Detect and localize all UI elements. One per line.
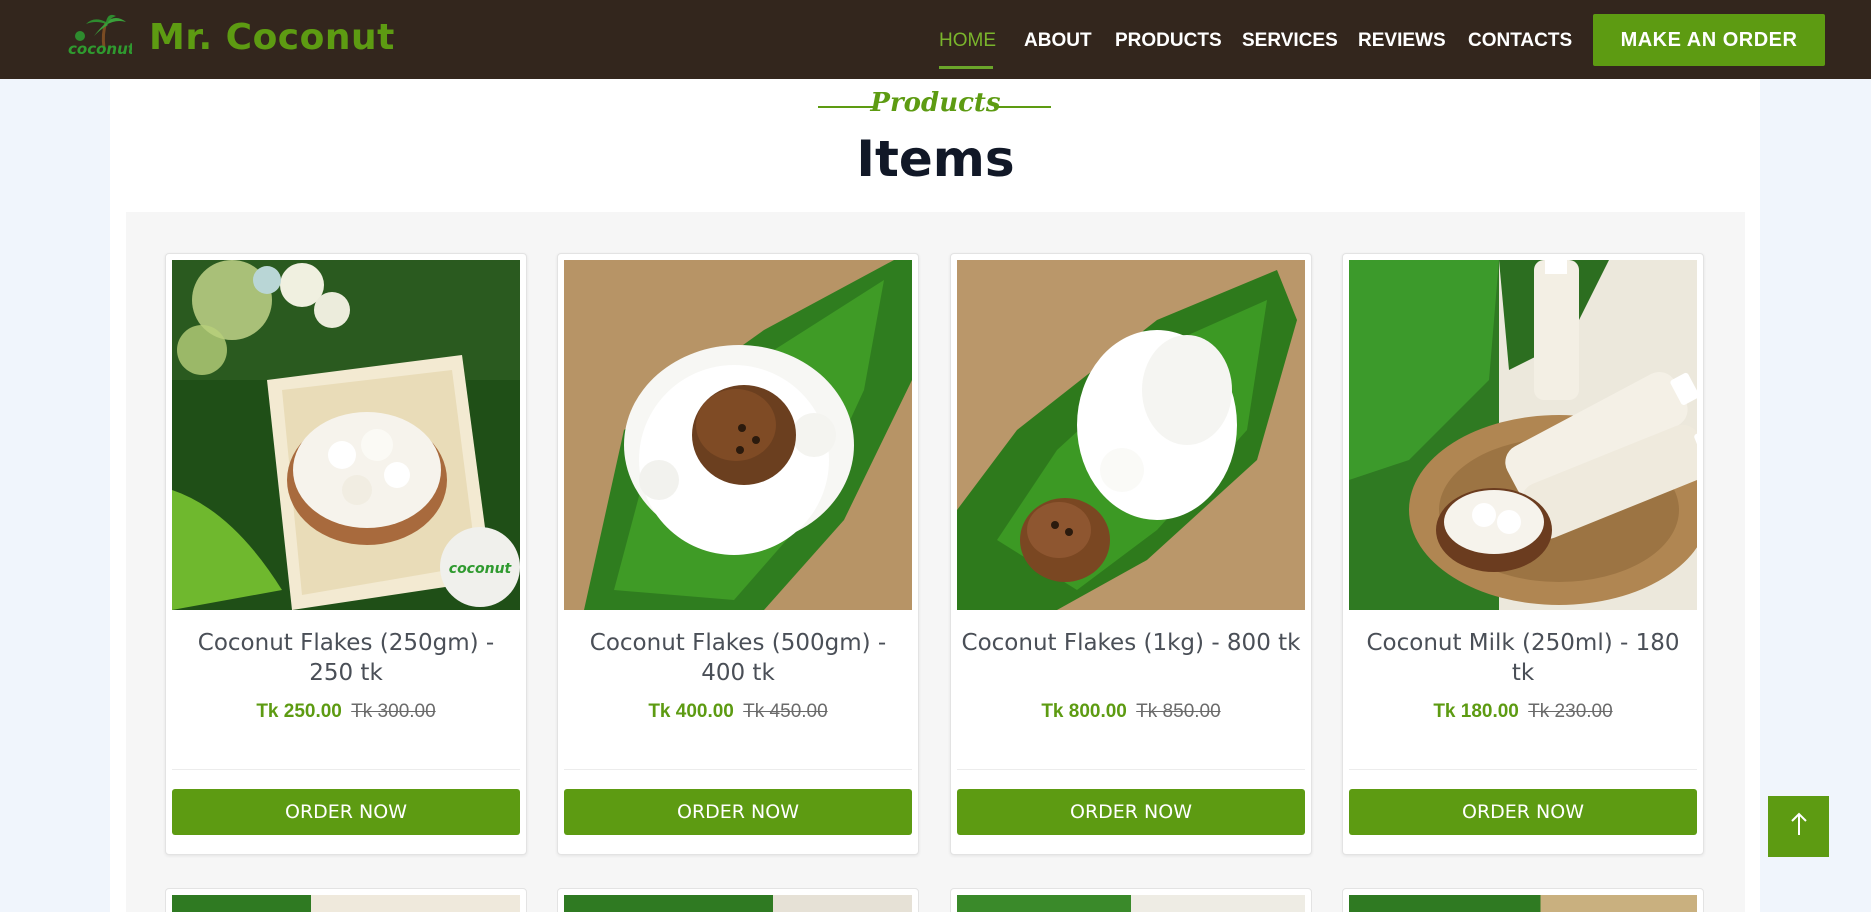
card-divider [957,769,1305,770]
product-card-partial [1342,888,1704,912]
top-navbar: coconut Mr. Coconut HOME ABOUT PRODUCTS … [0,0,1871,79]
make-an-order-button[interactable]: MAKE AN ORDER [1593,14,1825,66]
nav-home[interactable]: HOME [939,30,996,52]
arrow-up-icon [1789,811,1809,842]
current-price: Tk 250.00 [256,701,342,722]
coconut-logo-icon: coconut [64,14,136,60]
current-price: Tk 800.00 [1041,701,1127,722]
product-image-partial[interactable] [957,895,1305,912]
product-image-partial[interactable] [172,895,520,912]
nav-active-indicator [939,66,993,69]
section-title: Items [856,130,1015,188]
coconut-flakes-leaf-image[interactable] [564,260,912,610]
order-now-button[interactable]: ORDER NOW [957,789,1305,835]
order-now-button[interactable]: ORDER NOW [1349,789,1697,835]
nav-reviews[interactable]: REVIEWS [1358,30,1446,52]
product-card: Coconut Milk (250ml) - 180 tk Tk 180.00 … [1342,253,1704,855]
product-card: Coconut Flakes (500gm) - 400 tk Tk 400.0… [557,253,919,855]
product-card: Coconut Flakes (1kg) - 800 tk Tk 800.00 … [950,253,1312,855]
product-card: coconut Coconut Flakes (250gm) - 250 tk … [165,253,527,855]
product-title[interactable]: Coconut Flakes (500gm) - 400 tk [568,628,908,688]
product-card-partial [950,888,1312,912]
product-card-partial [557,888,919,912]
section-tag: Products [870,88,1001,118]
product-title[interactable]: Coconut Milk (250ml) - 180 tk [1353,628,1693,688]
old-price: Tk 300.00 [351,701,436,722]
coconut-flakes-bowl-image[interactable]: coconut [172,260,520,610]
product-price: Tk 800.00 Tk 850.00 [951,701,1311,723]
brand-name[interactable]: Mr. Coconut [149,17,395,58]
old-price: Tk 230.00 [1528,701,1613,722]
current-price: Tk 400.00 [648,701,734,722]
nav-products[interactable]: PRODUCTS [1115,30,1222,52]
product-price: Tk 400.00 Tk 450.00 [558,701,918,723]
card-divider [564,769,912,770]
card-divider [172,769,520,770]
product-image-partial[interactable] [564,895,912,912]
old-price: Tk 850.00 [1136,701,1221,722]
brand[interactable]: coconut Mr. Coconut [64,14,395,60]
product-price: Tk 180.00 Tk 230.00 [1343,701,1703,723]
product-card-partial [165,888,527,912]
nav-services[interactable]: SERVICES [1242,30,1338,52]
coconut-milk-bottles-image[interactable] [1349,260,1697,610]
current-price: Tk 180.00 [1433,701,1519,722]
order-now-button[interactable]: ORDER NOW [172,789,520,835]
product-image-partial[interactable] [1349,895,1697,912]
product-title[interactable]: Coconut Flakes (250gm) - 250 tk [176,628,516,688]
nav-contacts[interactable]: CONTACTS [1468,30,1572,52]
coconut-flakes-leaf-image[interactable] [957,260,1305,610]
order-now-button[interactable]: ORDER NOW [564,789,912,835]
product-price: Tk 250.00 Tk 300.00 [166,701,526,723]
card-divider [1349,769,1697,770]
nav-about[interactable]: ABOUT [1024,30,1092,52]
card-logo-wordmark: coconut [449,561,513,577]
old-price: Tk 450.00 [743,701,828,722]
logo-wordmark: coconut [68,40,132,58]
product-title[interactable]: Coconut Flakes (1kg) - 800 tk [961,628,1301,658]
scroll-to-top-button[interactable] [1768,796,1829,857]
